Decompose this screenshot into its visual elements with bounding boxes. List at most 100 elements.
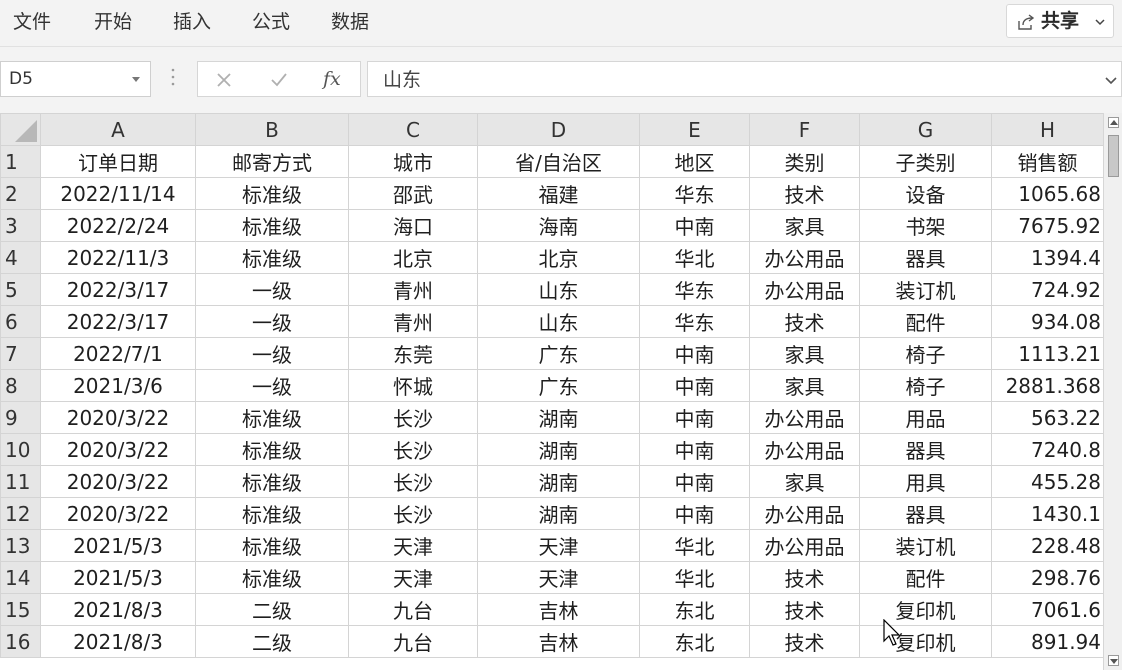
cell-d1[interactable]: 省/自治区	[477, 145, 640, 178]
cell-c3[interactable]: 海口	[348, 209, 478, 242]
cell-d11[interactable]: 湖南	[477, 465, 640, 498]
cell-a8[interactable]: 2021/3/6	[40, 369, 196, 402]
cell-e11[interactable]: 中南	[639, 465, 750, 498]
cell-h8[interactable]: 2881.368	[991, 369, 1104, 402]
cell-c8[interactable]: 怀城	[348, 369, 478, 402]
tab-formulas[interactable]: 公式	[252, 10, 290, 34]
cell-c7[interactable]: 东莞	[348, 337, 478, 370]
tab-file[interactable]: 文件	[13, 10, 51, 34]
cell-d8[interactable]: 广东	[477, 369, 640, 402]
cell-f15[interactable]: 技术	[749, 593, 860, 626]
cell-a13[interactable]: 2021/5/3	[40, 529, 196, 562]
cell-f11[interactable]: 家具	[749, 465, 860, 498]
cell-b15[interactable]: 二级	[195, 593, 349, 626]
cell-c5[interactable]: 青州	[348, 273, 478, 306]
cell-d5[interactable]: 山东	[477, 273, 640, 306]
tab-home[interactable]: 开始	[94, 10, 132, 34]
vertical-scrollbar[interactable]	[1103, 113, 1122, 670]
cell-c12[interactable]: 长沙	[348, 497, 478, 530]
cell-c4[interactable]: 北京	[348, 241, 478, 274]
column-header-g[interactable]: G	[859, 113, 992, 146]
cell-d4[interactable]: 北京	[477, 241, 640, 274]
cell-d3[interactable]: 海南	[477, 209, 640, 242]
cell-h5[interactable]: 724.92	[991, 273, 1104, 306]
cell-h9[interactable]: 563.22	[991, 401, 1104, 434]
cell-g6[interactable]: 配件	[859, 305, 992, 338]
cell-e3[interactable]: 中南	[639, 209, 750, 242]
cell-g13[interactable]: 装订机	[859, 529, 992, 562]
cell-h7[interactable]: 1113.21	[991, 337, 1104, 370]
scroll-down-icon[interactable]	[1108, 655, 1119, 666]
cell-h1[interactable]: 销售额	[991, 145, 1104, 178]
checkmark-icon[interactable]	[269, 70, 289, 90]
tab-insert[interactable]: 插入	[173, 10, 211, 34]
cell-a11[interactable]: 2020/3/22	[40, 465, 196, 498]
cell-g5[interactable]: 装订机	[859, 273, 992, 306]
column-header-c[interactable]: C	[348, 113, 478, 146]
cell-e5[interactable]: 华东	[639, 273, 750, 306]
cell-h3[interactable]: 7675.92	[991, 209, 1104, 242]
cell-a5[interactable]: 2022/3/17	[40, 273, 196, 306]
cell-d6[interactable]: 山东	[477, 305, 640, 338]
cell-c9[interactable]: 长沙	[348, 401, 478, 434]
row-header[interactable]: 11	[0, 465, 41, 498]
cell-a10[interactable]: 2020/3/22	[40, 433, 196, 466]
tab-data[interactable]: 数据	[331, 10, 369, 34]
cell-e15[interactable]: 东北	[639, 593, 750, 626]
cell-a6[interactable]: 2022/3/17	[40, 305, 196, 338]
row-header[interactable]: 14	[0, 561, 41, 594]
cell-c16[interactable]: 九台	[348, 625, 478, 658]
cell-d12[interactable]: 湖南	[477, 497, 640, 530]
cell-e13[interactable]: 华北	[639, 529, 750, 562]
cell-a9[interactable]: 2020/3/22	[40, 401, 196, 434]
cell-d15[interactable]: 吉林	[477, 593, 640, 626]
cell-f4[interactable]: 办公用品	[749, 241, 860, 274]
cell-a3[interactable]: 2022/2/24	[40, 209, 196, 242]
cell-f3[interactable]: 家具	[749, 209, 860, 242]
cell-c10[interactable]: 长沙	[348, 433, 478, 466]
cell-b10[interactable]: 标准级	[195, 433, 349, 466]
cell-f5[interactable]: 办公用品	[749, 273, 860, 306]
row-header[interactable]: 2	[0, 177, 41, 210]
cell-c13[interactable]: 天津	[348, 529, 478, 562]
cell-b11[interactable]: 标准级	[195, 465, 349, 498]
cell-h14[interactable]: 298.76	[991, 561, 1104, 594]
column-header-e[interactable]: E	[639, 113, 750, 146]
cell-a2[interactable]: 2022/11/14	[40, 177, 196, 210]
cell-g14[interactable]: 配件	[859, 561, 992, 594]
cell-b4[interactable]: 标准级	[195, 241, 349, 274]
column-header-h[interactable]: H	[991, 113, 1104, 146]
cell-g9[interactable]: 用品	[859, 401, 992, 434]
cell-h11[interactable]: 455.28	[991, 465, 1104, 498]
cell-d10[interactable]: 湖南	[477, 433, 640, 466]
cell-a15[interactable]: 2021/8/3	[40, 593, 196, 626]
name-box-dropdown-icon[interactable]	[132, 77, 140, 82]
cell-b6[interactable]: 一级	[195, 305, 349, 338]
cell-h4[interactable]: 1394.4	[991, 241, 1104, 274]
chevron-down-icon[interactable]	[1105, 76, 1117, 86]
cell-d14[interactable]: 天津	[477, 561, 640, 594]
cell-h16[interactable]: 891.94	[991, 625, 1104, 658]
cell-e16[interactable]: 东北	[639, 625, 750, 658]
cell-c11[interactable]: 长沙	[348, 465, 478, 498]
cell-f7[interactable]: 家具	[749, 337, 860, 370]
cell-b7[interactable]: 一级	[195, 337, 349, 370]
cell-b8[interactable]: 一级	[195, 369, 349, 402]
cell-h6[interactable]: 934.08	[991, 305, 1104, 338]
cell-f9[interactable]: 办公用品	[749, 401, 860, 434]
cell-f2[interactable]: 技术	[749, 177, 860, 210]
row-header[interactable]: 16	[0, 625, 41, 658]
cell-b5[interactable]: 一级	[195, 273, 349, 306]
row-header[interactable]: 4	[0, 241, 41, 274]
cell-b3[interactable]: 标准级	[195, 209, 349, 242]
cell-a12[interactable]: 2020/3/22	[40, 497, 196, 530]
cell-a4[interactable]: 2022/11/3	[40, 241, 196, 274]
column-header-b[interactable]: B	[195, 113, 349, 146]
cell-f12[interactable]: 办公用品	[749, 497, 860, 530]
cell-g2[interactable]: 设备	[859, 177, 992, 210]
row-header[interactable]: 12	[0, 497, 41, 530]
cell-g4[interactable]: 器具	[859, 241, 992, 274]
cell-d9[interactable]: 湖南	[477, 401, 640, 434]
cell-a16[interactable]: 2021/8/3	[40, 625, 196, 658]
column-header-a[interactable]: A	[40, 113, 196, 146]
